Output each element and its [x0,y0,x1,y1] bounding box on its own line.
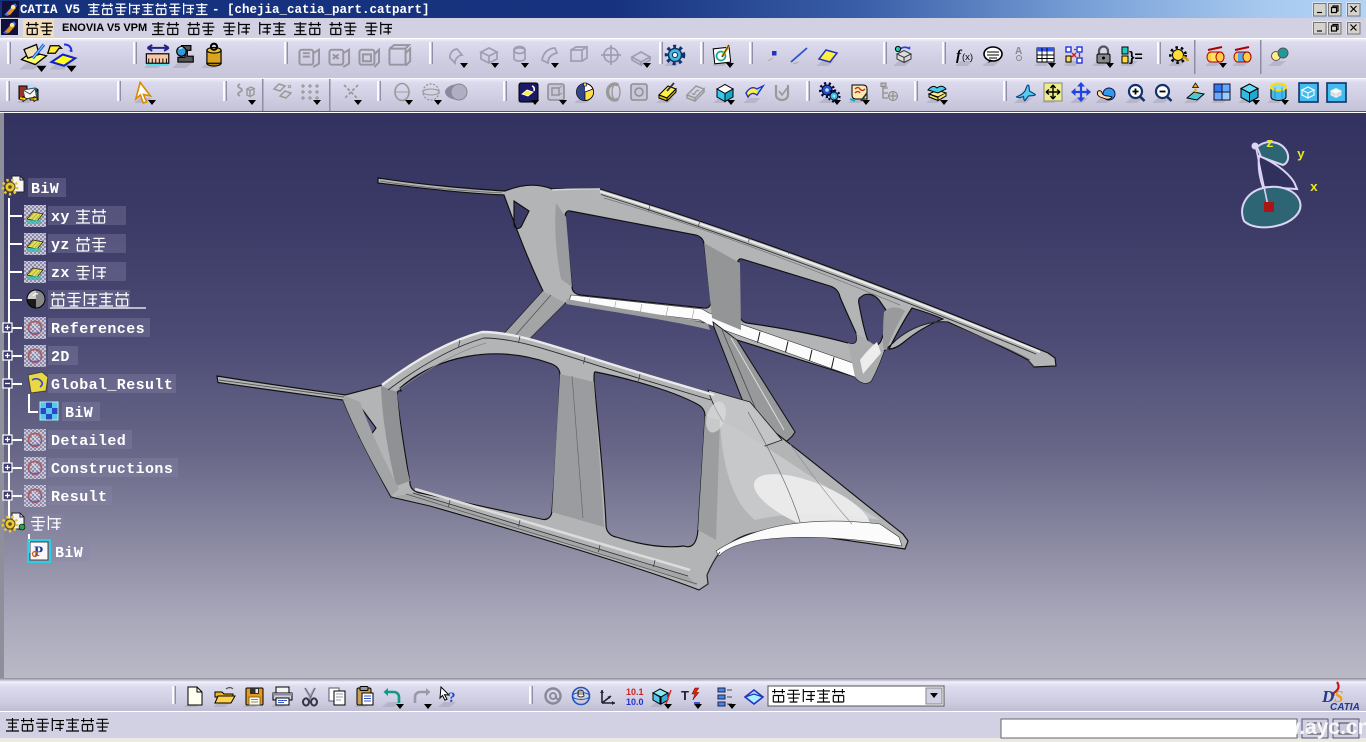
svg-text:2D: 2D [51,349,70,366]
svg-text:}=: }= [1129,48,1143,64]
svg-text:BiW: BiW [65,405,93,422]
svg-text:CATIA: CATIA [1330,702,1360,713]
svg-text:z: z [1266,136,1274,151]
svg-text:- [chejia_catia_part.catpart]: - [chejia_catia_part.catpart] [212,3,430,17]
svg-text:ENOVIA V5 VPM: ENOVIA V5 VPM [62,22,147,34]
svg-text:Constructions: Constructions [51,461,173,478]
svg-text:Detailed: Detailed [51,433,126,450]
svg-text:10.1: 10.1 [626,687,644,697]
svg-text:10.0: 10.0 [626,697,644,707]
svg-text:(x): (x) [962,52,973,63]
svg-text:zx: zx [51,265,70,282]
svg-text:x: x [1310,180,1318,195]
svg-text:T: T [681,688,689,703]
svg-text:?: ? [448,690,456,706]
svg-text:References: References [51,321,145,338]
svg-text:yz: yz [51,237,70,254]
svg-text:BiW: BiW [31,181,59,198]
svg-text:xy: xy [51,209,70,226]
svg-text:Result: Result [51,489,107,506]
svg-text:y: y [1297,147,1305,162]
svg-text:CATIA V5: CATIA V5 [20,3,80,17]
svg-text:Global_Result: Global_Result [51,377,173,394]
svg-text:BiW: BiW [55,545,83,562]
svg-text:www.ayc.cn: www.ayc.cn [1250,716,1366,739]
